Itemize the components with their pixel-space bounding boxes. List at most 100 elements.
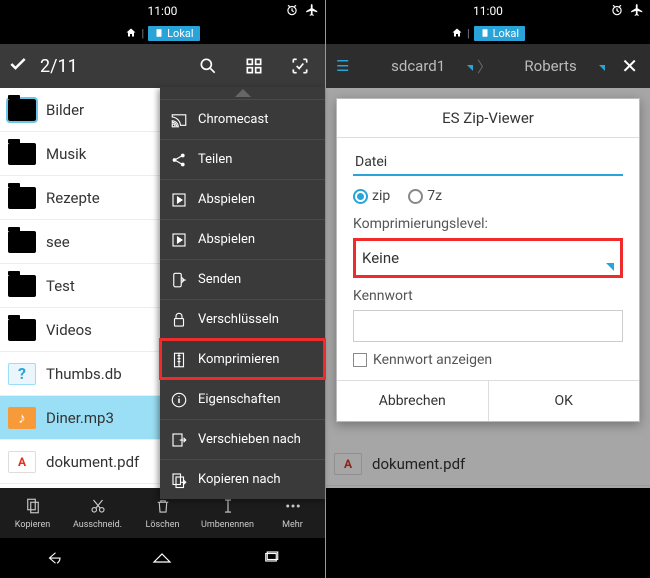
lock-icon <box>170 311 188 329</box>
password-label: Kennwort <box>353 288 623 304</box>
menu-label: Verschieben nach <box>198 432 301 447</box>
menu-label: Teilen <box>198 152 232 167</box>
nav-back-button[interactable] <box>39 548 69 568</box>
nav-home-button[interactable] <box>147 548 177 568</box>
trash-icon <box>154 497 172 518</box>
alarm-icon <box>285 3 299 20</box>
search-toolbar-button[interactable] <box>191 49 225 83</box>
dropdown-icon <box>606 263 614 271</box>
menu-item-play[interactable]: Abspielen <box>160 179 325 219</box>
hamburger-icon[interactable]: ☰ <box>326 57 359 75</box>
file-name: see <box>46 233 70 251</box>
rename-icon <box>219 497 237 518</box>
file-name: Rezepte <box>46 189 100 207</box>
action-label: Umbenennen <box>201 520 254 530</box>
home-icon <box>451 27 463 39</box>
action-label: Löschen <box>145 520 179 530</box>
status-bar: 11:00 <box>326 0 650 22</box>
airplane-icon <box>305 3 319 20</box>
send-icon <box>170 271 188 289</box>
nav-recent-button[interactable] <box>256 548 286 568</box>
copy-icon <box>24 497 42 518</box>
location-chip[interactable]: Lokal <box>474 26 525 41</box>
check-icon[interactable] <box>8 54 28 79</box>
menu-label: Kopieren nach <box>198 472 281 487</box>
location-chip[interactable]: Lokal <box>148 26 199 41</box>
menu-label: Verschlüsseln <box>198 312 279 327</box>
menu-item-info[interactable]: Eigenschaften <box>160 379 325 419</box>
file-name: dokument.pdf <box>46 453 139 471</box>
action-label: Ausschneid. <box>73 520 122 530</box>
nav-bar <box>0 538 325 578</box>
close-button[interactable]: ✕ <box>609 54 650 78</box>
folder-icon <box>8 231 36 253</box>
play-icon <box>170 191 188 209</box>
location-bar: | Lokal <box>0 22 325 44</box>
compression-level-label: Komprimierungslevel: <box>353 216 623 232</box>
sd-icon <box>480 28 490 38</box>
menu-item-lock[interactable]: Verschlüsseln <box>160 299 325 339</box>
file-name: Test <box>46 277 75 295</box>
phone-right: 11:00 | Lokal ☰ sdcard1 〉 Roberts ✕ A do… <box>325 0 650 578</box>
menu-label: Senden <box>198 272 241 287</box>
menu-label: Abspielen <box>198 192 255 207</box>
cast-icon <box>170 111 188 129</box>
ok-button[interactable]: OK <box>488 381 640 421</box>
file-name: Diner.mp3 <box>46 409 114 427</box>
dialog-title: ES Zip-Viewer <box>337 99 639 138</box>
file-name: Videos <box>46 321 92 339</box>
menu-item-share[interactable]: Teilen <box>160 139 325 179</box>
menu-item-move[interactable]: Verschieben nach <box>160 419 325 459</box>
filename-input[interactable] <box>353 150 623 176</box>
menu-caret-icon <box>160 87 325 99</box>
zip-dialog: ES Zip-Viewer zip 7z Komprimierungslevel… <box>336 98 640 422</box>
action-copy[interactable]: Kopieren <box>0 488 65 538</box>
select-all-button[interactable] <box>283 49 317 83</box>
action-label: Kopieren <box>15 520 50 530</box>
info-icon <box>170 391 188 409</box>
cut-icon <box>89 497 107 518</box>
menu-label: Abspielen <box>198 232 255 247</box>
status-time: 11:00 <box>148 4 178 18</box>
zip-icon <box>170 351 188 369</box>
pdf-icon: A <box>8 451 36 473</box>
file-name: Thumbs.db <box>46 365 122 383</box>
thumbs-icon: ? <box>8 363 36 385</box>
share-icon <box>170 151 188 169</box>
show-password-checkbox[interactable]: Kennwort anzeigen <box>353 352 623 368</box>
menu-label: Eigenschaften <box>198 392 281 407</box>
format-radios: zip 7z <box>353 188 623 204</box>
home-icon <box>125 27 137 39</box>
file-name: Bilder <box>46 101 84 119</box>
airplane-icon <box>630 3 644 20</box>
radio-zip[interactable]: zip <box>353 188 390 204</box>
file-name: Musik <box>46 145 86 163</box>
context-menu: Chromecast Teilen Abspielen Abspielen Senden… <box>160 87 325 499</box>
grid-toolbar-button[interactable] <box>237 49 271 83</box>
radio-7z[interactable]: 7z <box>408 188 442 204</box>
status-bar: 11:00 <box>0 0 325 22</box>
menu-item-send[interactable]: Senden <box>160 259 325 299</box>
crumb-sdcard[interactable]: sdcard1 <box>359 57 476 75</box>
copyto-icon <box>170 471 188 489</box>
menu-item-zip[interactable]: Komprimieren <box>160 339 325 379</box>
action-label: Mehr <box>282 520 303 530</box>
menu-label: Chromecast <box>198 112 268 127</box>
folder-icon <box>8 143 36 165</box>
compression-level-select[interactable]: Keine <box>353 238 623 278</box>
phone-left: 11:00 | Lokal 2/11 Bilder Musik Rezepte see… <box>0 0 325 578</box>
menu-item-copyto[interactable]: Kopieren nach <box>160 459 325 499</box>
more-icon <box>284 497 302 518</box>
menu-item-cast[interactable]: Chromecast <box>160 99 325 139</box>
action-cut[interactable]: Ausschneid. <box>65 488 130 538</box>
mp3-icon: ♪ <box>8 407 36 429</box>
crumb-folder[interactable]: Roberts <box>492 57 609 75</box>
password-input[interactable] <box>353 310 623 342</box>
selection-bar: 2/11 <box>0 44 325 88</box>
location-bar: | Lokal <box>326 22 650 44</box>
cancel-button[interactable]: Abbrechen <box>337 381 488 421</box>
sd-icon <box>154 28 164 38</box>
folder-icon <box>8 319 36 341</box>
menu-item-play[interactable]: Abspielen <box>160 219 325 259</box>
menu-label: Komprimieren <box>198 352 279 367</box>
